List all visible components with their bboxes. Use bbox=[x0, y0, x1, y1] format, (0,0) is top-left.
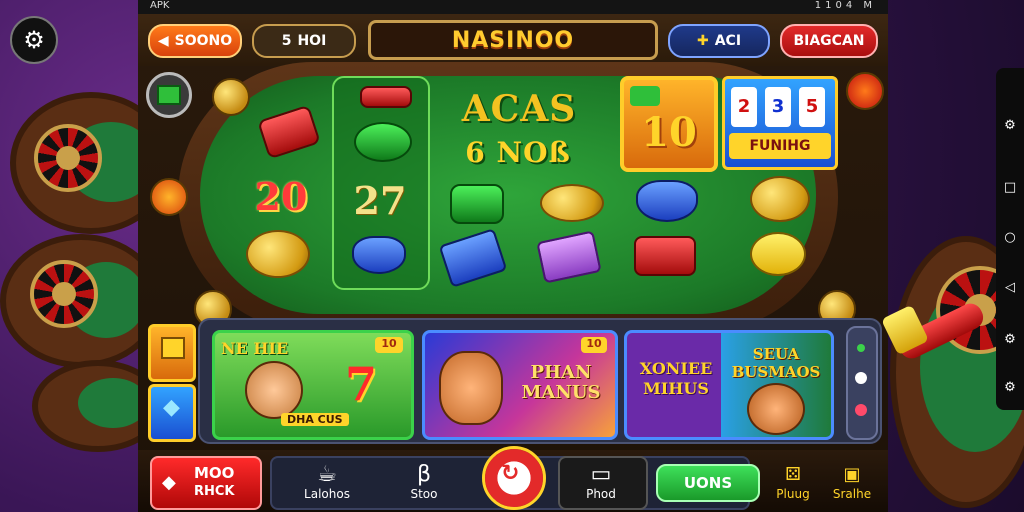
scroller-dot-green bbox=[857, 344, 865, 352]
back-button[interactable]: ◀ SOONO bbox=[148, 24, 242, 58]
game-card-3[interactable]: XONIEE MIHUS SEUA BUSMAOS bbox=[624, 330, 834, 440]
green-bell-symbol bbox=[450, 184, 504, 224]
scroller-dot-white bbox=[855, 372, 867, 384]
tiger-character bbox=[747, 383, 805, 435]
mini-slot-reel-3: 5 bbox=[799, 87, 825, 127]
promo-icon: ◆ bbox=[162, 472, 176, 493]
badge-coin-icon[interactable] bbox=[846, 72, 884, 110]
bag-button[interactable]: BIAGCAN bbox=[780, 24, 878, 58]
bonus-tile[interactable]: 10 bbox=[620, 76, 718, 172]
balance-value: ACI bbox=[714, 33, 742, 49]
cash-button[interactable] bbox=[146, 72, 192, 118]
green-clover-symbol bbox=[354, 122, 412, 162]
nav-phod-label: Phod bbox=[586, 487, 616, 501]
back-button-label: SOONO bbox=[174, 33, 233, 49]
nav-pluug-label: Pluug bbox=[776, 487, 810, 501]
game-card-1-badge: 10 bbox=[375, 337, 403, 353]
fox-character bbox=[439, 351, 503, 425]
nav-phod[interactable]: ▭ Phod bbox=[558, 458, 644, 506]
game-card-1[interactable]: NE HIE 10 7 DHA CUS bbox=[212, 330, 414, 440]
b8-icon: β bbox=[416, 462, 432, 487]
multiplier-20: 20 bbox=[254, 173, 308, 219]
settings-button[interactable]: ⚙ bbox=[10, 16, 58, 64]
nav-lobby[interactable]: ☕ Lalohos bbox=[284, 458, 370, 506]
logo-line-1: ACAS bbox=[461, 88, 577, 130]
logo-line-2: 6 NOß bbox=[465, 136, 571, 169]
coin-icon bbox=[212, 78, 250, 116]
game-card-1-number: 7 bbox=[345, 357, 378, 411]
device-settings-icon[interactable]: ⚙ bbox=[1002, 332, 1018, 348]
uons-button[interactable]: UONS bbox=[656, 464, 760, 502]
balance-display[interactable]: ✚ ACI bbox=[668, 24, 770, 58]
game-card-2-title: PHAN MANUS bbox=[521, 362, 601, 403]
promo-line-1: MOO bbox=[194, 464, 235, 482]
gamepad-icon: ⚄ bbox=[785, 464, 801, 485]
bag-icon: ▣ bbox=[843, 464, 861, 485]
device-extra-icon[interactable]: ⚙ bbox=[1002, 380, 1018, 396]
nav-sralhe-label: Sralhe bbox=[832, 487, 872, 501]
red-chest-symbol bbox=[634, 236, 696, 276]
gold-coin-symbol-3 bbox=[750, 176, 810, 222]
bonus-coin-icon[interactable] bbox=[150, 178, 188, 216]
device-back-icon[interactable]: ◁ bbox=[1002, 280, 1018, 296]
promo-button[interactable]: ◆ MOO RHCK bbox=[150, 456, 262, 510]
device-recent-icon[interactable]: □ bbox=[1002, 180, 1018, 196]
side-panel-top[interactable] bbox=[148, 324, 196, 382]
yellow-gem-symbol bbox=[750, 232, 806, 276]
arrow-left-icon: ◀ bbox=[157, 33, 169, 49]
device-home-icon[interactable]: ○ bbox=[1002, 230, 1018, 246]
blue-gem-symbol bbox=[352, 236, 406, 274]
blue-gem-symbol-2 bbox=[636, 180, 698, 222]
status-bar: APK 1104 M bbox=[138, 0, 888, 14]
bonus-number: 10 bbox=[641, 108, 697, 156]
crystal-icon: ◆ bbox=[163, 395, 180, 420]
device-nav-bar: ⚙ □ ○ ◁ ⚙ ⚙ bbox=[996, 68, 1024, 410]
gold-coin-symbol bbox=[246, 230, 310, 278]
level-icon: 5 bbox=[281, 33, 292, 49]
app-window: APK 1104 M ◀ SOONO 5 HOI NASINOO ✚ ACI B… bbox=[138, 0, 888, 512]
reel-symbol-27: 27 bbox=[353, 177, 407, 223]
level-button[interactable]: 5 HOI bbox=[252, 24, 356, 58]
game-card-3-subtitle: SEUA BUSMAOS bbox=[731, 345, 821, 381]
game-title: NASINOO bbox=[368, 20, 658, 60]
mini-slot-label: FUNIHG bbox=[729, 133, 831, 159]
cash-icon bbox=[157, 85, 181, 105]
level-label: HOI bbox=[297, 33, 327, 49]
carousel-scroller[interactable] bbox=[846, 326, 878, 440]
side-panel-bottom[interactable]: ◆ bbox=[148, 384, 196, 442]
nav-pluug[interactable]: ⚄ Pluug bbox=[768, 458, 818, 506]
folder-icon: ▭ bbox=[590, 462, 612, 487]
mini-slot-machine[interactable]: 2 3 5 FUNIHG bbox=[722, 76, 838, 170]
status-app-label: APK bbox=[150, 0, 170, 11]
bonus-tile-gem bbox=[630, 86, 660, 106]
spin-button[interactable]: ↻ bbox=[482, 446, 546, 510]
promo-line-2: RHCK bbox=[194, 484, 235, 499]
device-menu-icon[interactable]: ⚙ bbox=[1002, 118, 1018, 134]
plus-icon: ✚ bbox=[696, 33, 709, 49]
game-card-2-badge: 10 bbox=[581, 337, 607, 353]
nav-sralhe[interactable]: ▣ Sralhe bbox=[824, 458, 880, 506]
game-card-1-footer: DHA CUS bbox=[281, 413, 349, 426]
spin-icon: ↻ bbox=[501, 461, 520, 486]
nav-store[interactable]: β Stoo bbox=[384, 458, 464, 506]
gold-coin-symbol-2 bbox=[540, 184, 604, 222]
gear-icon: ⚙ bbox=[23, 26, 45, 54]
chest-icon bbox=[161, 337, 185, 359]
top-bar: ◀ SOONO 5 HOI NASINOO ✚ ACI BIAGCAN bbox=[138, 14, 888, 66]
game-card-2[interactable]: 10 PHAN MANUS bbox=[422, 330, 618, 440]
mini-slot-reel-1: 2 bbox=[731, 87, 757, 127]
red-bar-symbol bbox=[360, 86, 412, 108]
bottom-nav: ◆ MOO RHCK ☕ Lalohos β Stoo ↻ ▭ Phod UON… bbox=[138, 446, 888, 512]
mini-slot-reel-2: 3 bbox=[765, 87, 791, 127]
nav-lobby-label: Lalohos bbox=[304, 487, 350, 501]
game-card-1-title: NE HIE bbox=[221, 339, 289, 358]
nav-store-label: Stoo bbox=[410, 487, 438, 501]
leprechaun-character bbox=[245, 361, 303, 419]
cup-icon: ☕ bbox=[317, 462, 337, 487]
status-time: 1104 M bbox=[814, 0, 876, 11]
scroller-dot-red bbox=[855, 404, 867, 416]
game-card-3-title: XONIEE MIHUS bbox=[639, 359, 713, 398]
games-carousel: NE HIE 10 7 DHA CUS 10 PHAN MANUS XONIEE… bbox=[198, 318, 882, 444]
